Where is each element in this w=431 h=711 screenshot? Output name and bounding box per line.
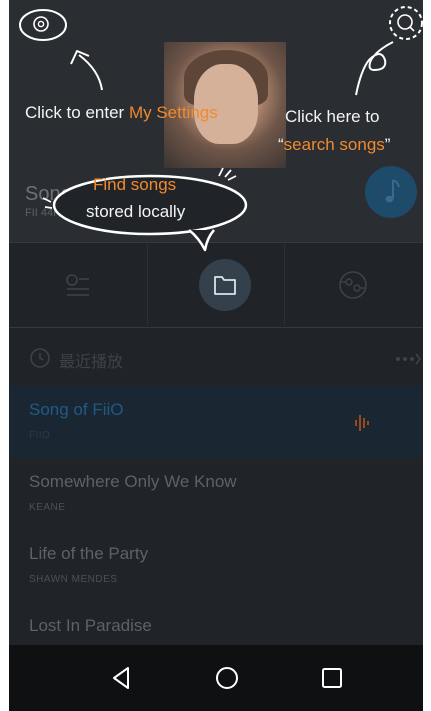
search-tip-close-quote: ” bbox=[384, 135, 391, 154]
local-tip-line2: stored locally bbox=[86, 202, 186, 221]
back-icon[interactable] bbox=[107, 663, 137, 693]
tutorial-overlay bbox=[19, 6, 423, 252]
search-tip-highlight: search songs bbox=[283, 135, 385, 154]
settings-tip-prefix: Click to enter bbox=[25, 103, 129, 122]
search-tip-line2: “search songs” bbox=[278, 135, 390, 155]
local-tip-highlight: Find songs bbox=[93, 175, 177, 194]
recents-icon[interactable] bbox=[317, 663, 347, 693]
settings-tip-highlight: My Settings bbox=[128, 103, 218, 122]
system-nav-bar bbox=[9, 645, 423, 711]
home-icon[interactable] bbox=[212, 663, 242, 693]
phone-screen: Song of FiiO FII 44K bbox=[9, 0, 423, 711]
music-app: Song of FiiO FII 44K bbox=[9, 0, 423, 645]
settings-tip: Click to enter My Settings bbox=[25, 103, 218, 123]
search-tip-line1: Click here to bbox=[285, 107, 380, 126]
